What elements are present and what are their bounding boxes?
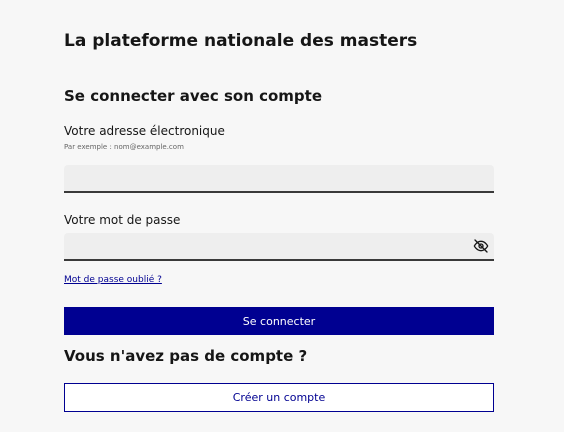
login-page: La plateforme nationale des masters Se c… — [0, 0, 564, 432]
email-hint: Par exemple : nom@example.com — [64, 143, 184, 151]
create-account-button[interactable]: Créer un compte — [64, 383, 494, 412]
email-field[interactable] — [64, 165, 494, 193]
password-field[interactable] — [64, 233, 494, 261]
forgot-password-link[interactable]: Mot de passe oublié ? — [64, 275, 162, 285]
login-section-title: Se connecter avec son compte — [64, 87, 323, 105]
site-title: La plateforme nationale des masters — [64, 31, 418, 51]
login-button[interactable]: Se connecter — [64, 307, 494, 335]
no-account-title: Vous n'avez pas de compte ? — [64, 347, 308, 365]
email-label: Votre adresse électronique — [64, 124, 225, 138]
password-label: Votre mot de passe — [64, 213, 181, 227]
eye-slash-icon[interactable] — [472, 237, 490, 255]
